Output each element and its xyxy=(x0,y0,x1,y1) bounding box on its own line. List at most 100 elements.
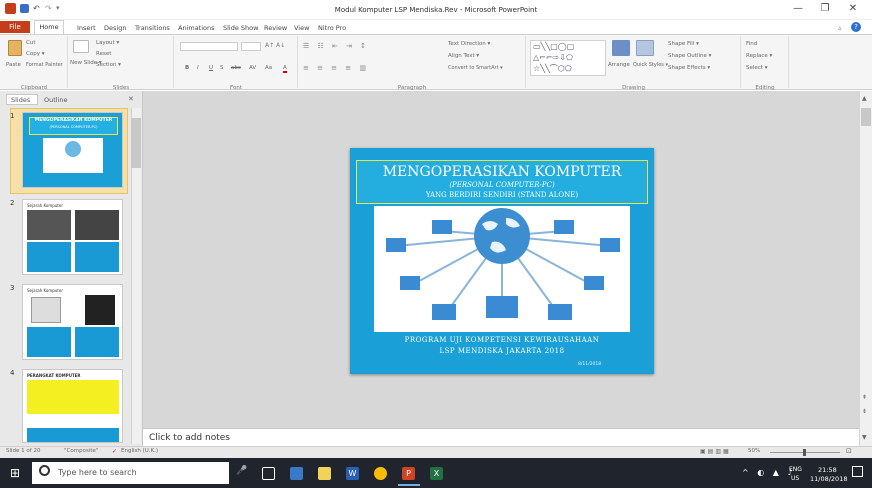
format-painter-button[interactable]: Format Painter xyxy=(26,62,63,68)
copy-button[interactable]: Copy ▾ xyxy=(26,51,44,57)
maximize-button[interactable]: ❐ xyxy=(815,3,835,14)
paste-button[interactable]: Paste xyxy=(6,62,21,68)
tab-home[interactable]: Home xyxy=(34,20,64,34)
slide-thumbnail-2[interactable]: Sejarah Komputer xyxy=(22,199,123,275)
tab-animations[interactable]: Animations xyxy=(178,24,215,32)
slide-count: Slide 1 of 20 xyxy=(6,448,41,454)
paste-icon[interactable] xyxy=(8,40,22,56)
close-button[interactable]: ✕ xyxy=(843,3,863,14)
scroll-thumb[interactable] xyxy=(861,108,871,126)
start-button-icon[interactable]: ⊞ xyxy=(10,467,20,479)
change-case-button[interactable]: Aa xyxy=(265,65,272,71)
tab-nitro-pro[interactable]: Nitro Pro xyxy=(318,24,346,32)
tab-design[interactable]: Design xyxy=(104,24,126,32)
thumb-3-text-box-2 xyxy=(75,327,119,357)
close-pane-icon[interactable]: ✕ xyxy=(128,95,134,103)
fit-slide-icon[interactable]: ⊡ xyxy=(846,447,852,455)
search-placeholder[interactable]: Type here to search xyxy=(58,468,137,477)
cut-button[interactable]: Cut xyxy=(26,40,35,46)
shapes-gallery[interactable]: ▭╲╲▢◯▢ △⌐⌐⇨⇩⬠ ☆╲╲⌒⬡⬠ xyxy=(530,40,606,76)
slide-thumbnail-4[interactable]: PERANGKAT KOMPUTER xyxy=(22,369,123,443)
notes-placeholder[interactable]: Click to add notes xyxy=(149,433,230,443)
scroll-up-icon[interactable]: ▲ xyxy=(862,95,867,102)
help-icon[interactable]: ? xyxy=(851,22,861,32)
new-slide-icon[interactable] xyxy=(73,40,89,53)
zoom-slider-thumb[interactable] xyxy=(803,449,806,456)
chrome-icon[interactable] xyxy=(374,467,387,480)
slide-canvas[interactable]: MENGOPERASIKAN KOMPUTER (PERSONAL COMPUT… xyxy=(350,148,654,374)
tab-review[interactable]: Review xyxy=(264,24,287,32)
arrange-button[interactable]: Arrange xyxy=(608,62,630,68)
align-text-button[interactable]: Align Text ▾ xyxy=(448,53,479,59)
bold-button[interactable]: B xyxy=(185,65,189,71)
active-app-indicator xyxy=(398,484,420,486)
thumb-4-title: PERANGKAT KOMPUTER xyxy=(27,373,81,378)
prev-slide-icon[interactable]: ⇞ xyxy=(862,394,867,401)
excel-icon[interactable]: X xyxy=(430,467,443,480)
select-button[interactable]: Select ▾ xyxy=(746,65,767,71)
arrange-icon[interactable] xyxy=(612,40,630,56)
reset-button[interactable]: Reset xyxy=(96,51,111,57)
char-spacing-button[interactable]: AV xyxy=(249,65,256,71)
list-icons[interactable]: ☰ ☷ ⇤ ⇥ ↕ xyxy=(303,42,369,50)
collapse-ribbon-icon[interactable]: ▵ xyxy=(838,24,842,32)
vertical-scrollbar[interactable] xyxy=(859,91,872,446)
system-tray-icons[interactable]: ^ ◐ ▲ ♪ xyxy=(742,468,796,477)
clock-time[interactable]: 21:58 xyxy=(818,466,837,474)
slide-thumbnail-1[interactable]: MENGOPERASIKAN KOMPUTER (PERSONAL COMPUT… xyxy=(22,112,123,188)
zoom-level[interactable]: 50% xyxy=(748,448,760,454)
font-color-button[interactable]: A xyxy=(283,65,287,73)
thumb-4-footer xyxy=(27,428,119,442)
window-title: Modul Komputer LSP Mendiska.Rev - Micros… xyxy=(334,6,538,14)
input-language[interactable]: ENG xyxy=(789,466,802,473)
language-status[interactable]: English (U.K.) xyxy=(121,448,158,454)
word-icon[interactable]: W xyxy=(346,467,359,480)
shape-outline-button[interactable]: Shape Outline ▾ xyxy=(668,53,711,59)
slide-number-1: 1 xyxy=(10,112,15,120)
tab-insert[interactable]: Insert xyxy=(77,24,96,32)
tab-outline[interactable]: Outline xyxy=(44,96,68,104)
thumb-4-yellow-box xyxy=(27,380,119,414)
tab-slides[interactable]: Slides xyxy=(11,96,30,104)
find-button[interactable]: Find xyxy=(746,41,757,47)
font-name-box[interactable] xyxy=(180,42,238,51)
slide-thumbnail-3[interactable]: Sejarah Komputer xyxy=(22,284,123,360)
microphone-icon[interactable]: 🎤 xyxy=(236,466,247,476)
task-view-icon[interactable] xyxy=(262,467,275,480)
notifications-icon[interactable] xyxy=(852,466,863,477)
shape-effects-button[interactable]: Shape Effects ▾ xyxy=(668,65,710,71)
convert-smartart-button[interactable]: Convert to SmartArt ▾ xyxy=(448,65,503,71)
clock-date[interactable]: 11/08/2018 xyxy=(810,475,847,483)
replace-button[interactable]: Replace ▾ xyxy=(746,53,772,59)
quick-styles-icon[interactable] xyxy=(636,40,654,56)
shadow-button[interactable]: S xyxy=(220,65,224,71)
thumb-2-text-box-1 xyxy=(27,242,71,272)
shape-fill-button[interactable]: Shape Fill ▾ xyxy=(668,41,699,47)
strikethrough-button[interactable]: abc xyxy=(231,65,241,71)
layout-button[interactable]: Layout ▾ xyxy=(96,40,119,46)
notes-pane[interactable] xyxy=(143,428,859,446)
align-icons[interactable]: ≡ ≡ ≡ ≡ ▥ xyxy=(303,64,369,72)
input-region[interactable]: US xyxy=(791,475,799,482)
font-size-box[interactable] xyxy=(241,42,261,51)
tab-view[interactable]: View xyxy=(294,24,309,32)
powerpoint-taskbar-icon[interactable]: P xyxy=(402,467,415,480)
file-explorer-icon[interactable] xyxy=(318,467,331,480)
next-slide-icon[interactable]: ⇟ xyxy=(862,408,867,415)
italic-button[interactable]: I xyxy=(197,65,199,71)
store-icon[interactable] xyxy=(290,467,303,480)
tab-transitions[interactable]: Transitions xyxy=(135,24,170,32)
scroll-down-icon[interactable]: ▼ xyxy=(862,434,867,441)
tab-file[interactable]: File xyxy=(0,21,30,33)
text-direction-button[interactable]: Text Direction ▾ xyxy=(448,41,490,47)
quick-styles-button[interactable]: Quick Styles ▾ xyxy=(633,62,668,68)
spellcheck-icon[interactable]: ✓ xyxy=(112,448,117,455)
underline-button[interactable]: U xyxy=(209,65,213,71)
tab-slide-show[interactable]: Slide Show xyxy=(223,24,258,32)
view-buttons[interactable]: ▣▤▥▦ xyxy=(700,448,731,455)
thumb-1-globe-icon xyxy=(65,141,81,157)
section-button[interactable]: Section ▾ xyxy=(96,62,121,68)
grow-font-icon[interactable]: A↑ A↓ xyxy=(265,42,285,49)
pane-scroll-thumb[interactable] xyxy=(131,118,141,168)
minimize-button[interactable]: — xyxy=(788,3,808,14)
